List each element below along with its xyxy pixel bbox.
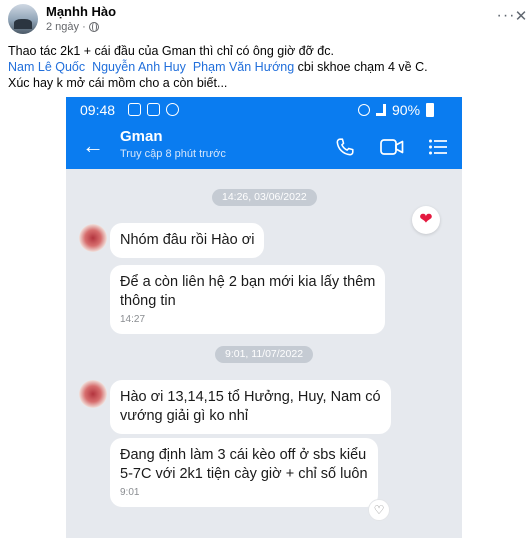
chat-notification-icon xyxy=(147,103,160,116)
battery-percent: 90% xyxy=(392,102,421,118)
sender-avatar[interactable] xyxy=(79,380,107,408)
phone-icon[interactable] xyxy=(334,136,356,158)
date-separator: 14:26, 03/06/2022 xyxy=(212,189,317,206)
message-bubble[interactable]: Nhóm đâu rồi Hào ơi xyxy=(110,223,265,258)
status-right: 90% xyxy=(358,102,435,118)
notification-icons xyxy=(128,103,179,116)
author-avatar[interactable] xyxy=(8,4,38,34)
chat-contact-name[interactable]: Gman xyxy=(120,128,163,145)
post-text-line-2: Nam Lê Quốc Nguyễn Anh Huy Phạm Văn Hướn… xyxy=(8,59,523,75)
post-text-line-3: Xúc hay k mở cái mồm cho a còn biết... xyxy=(8,76,228,90)
message-bubble[interactable]: Hào ơi 13,14,15 tổ Hưởng, Huy, Nam có vư… xyxy=(110,380,391,434)
post-meta: 2 ngày · xyxy=(46,21,99,33)
message-text: Đang định làm 3 cái kèo off ở sbs kiểu xyxy=(120,447,367,463)
chat-app-bar: ← Gman Truy cập 8 phút trước xyxy=(66,125,462,169)
status-time: 09:48 xyxy=(80,102,116,118)
message-text: thông tin xyxy=(120,293,176,309)
message-text: Hào ơi 13,14,15 tổ Hưởng, Huy, Nam có xyxy=(120,389,381,405)
mention-huong[interactable]: Phạm Văn Hướng xyxy=(193,60,294,74)
alarm-icon xyxy=(358,104,370,116)
message-text: Để a còn liên hệ 2 bạn mới kia lấy thêm xyxy=(120,274,376,290)
mention-huy[interactable]: Nguyễn Anh Huy xyxy=(92,60,186,74)
signal-icon xyxy=(376,104,386,116)
message-text: 5-7C với 2k1 tiện cày giờ + chỉ số luôn xyxy=(120,466,368,482)
reaction-badge[interactable]: ❤ xyxy=(412,206,440,234)
close-icon[interactable]: ✕ xyxy=(513,6,529,26)
post-text-line-2-suffix: cbi skhoe chạm 4 về C. xyxy=(294,60,428,74)
video-icon[interactable] xyxy=(380,138,404,156)
message-bubble[interactable]: Đang định làm 3 cái kèo off ở sbs kiểu 5… xyxy=(110,438,378,507)
battery-icon xyxy=(426,103,435,117)
globe-icon xyxy=(88,22,99,32)
message-text: vướng giải gì ko nhỉ xyxy=(120,408,249,424)
post-text: Thao tác 2k1 + cái đầu của Gman thì chỉ … xyxy=(8,43,523,91)
back-arrow-icon[interactable]: ← xyxy=(82,134,104,158)
message-bubble[interactable]: Để a còn liên hệ 2 bạn mới kia lấy thêm … xyxy=(110,265,386,334)
post-time[interactable]: 2 ngày · xyxy=(46,21,86,33)
message-text: Nhóm đâu rồi Hào ơi xyxy=(120,232,255,248)
author-name[interactable]: Mạnhh Hào xyxy=(46,4,116,19)
menu-icon[interactable] xyxy=(428,137,448,157)
post-header: Mạnhh Hào 2 ngày · ··· ✕ xyxy=(0,0,530,38)
heart-icon: ❤ xyxy=(419,211,433,228)
chat-screenshot[interactable]: 09:48 90% ← Gman Truy cập 8 phút trước 1… xyxy=(66,97,462,538)
date-separator: 9:01, 11/07/2022 xyxy=(215,346,314,363)
facebook-notification-icon xyxy=(166,103,179,116)
post-text-line-1: Thao tác 2k1 + cái đầu của Gman thì chỉ … xyxy=(8,44,334,58)
like-icon[interactable]: ♡ xyxy=(368,499,390,521)
message-time: 9:01 xyxy=(120,487,140,498)
chat-last-seen: Truy cập 8 phút trước xyxy=(120,148,226,160)
mention-nam[interactable]: Nam Lê Quốc xyxy=(8,60,85,74)
message-time: 14:27 xyxy=(120,314,146,325)
sender-avatar[interactable] xyxy=(79,224,107,252)
phone-status-bar: 09:48 90% xyxy=(66,97,462,125)
message-notification-icon xyxy=(128,103,141,116)
